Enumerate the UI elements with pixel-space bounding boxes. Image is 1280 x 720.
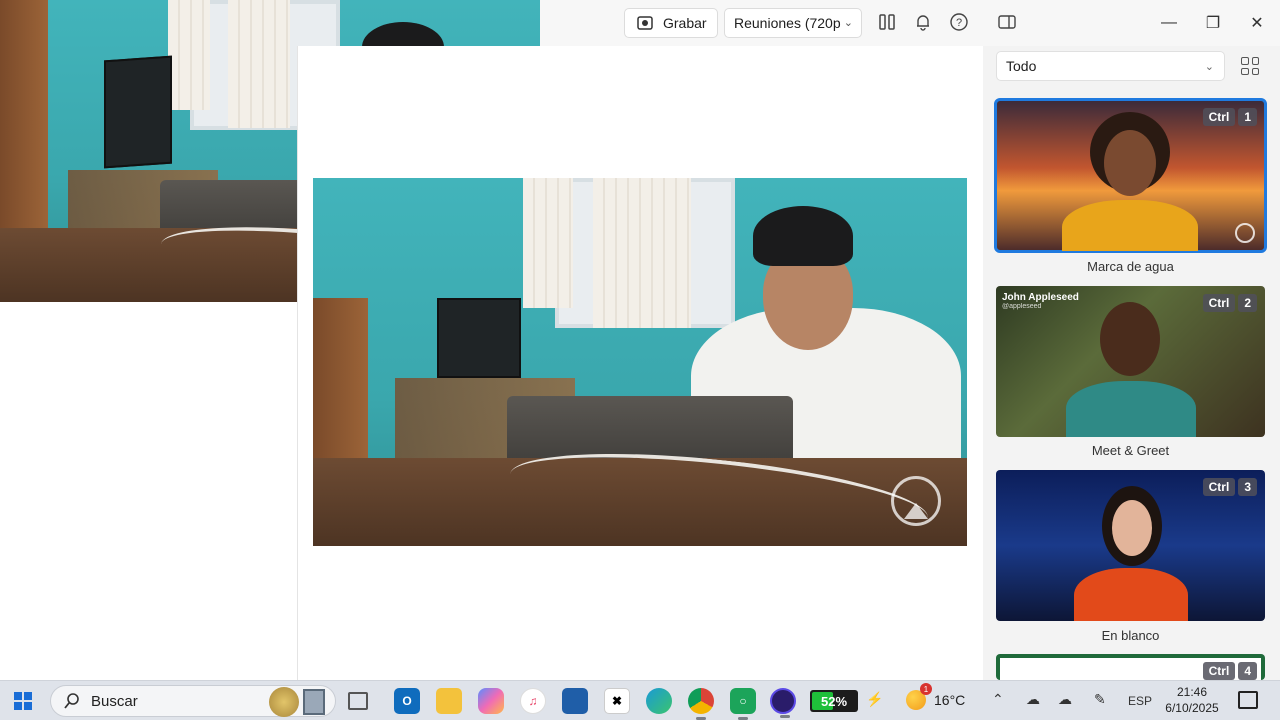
card-label: En blanco bbox=[1101, 628, 1160, 643]
split-view-icon[interactable] bbox=[876, 11, 898, 33]
meeting-quality-select[interactable]: Reuniones (720p ⌄ bbox=[724, 8, 862, 38]
shortcut-badge: Ctrl 4 bbox=[1202, 662, 1257, 680]
date: 6/10/2025 bbox=[1165, 701, 1219, 715]
pen-icon[interactable]: ✎ bbox=[1094, 691, 1106, 708]
store-icon[interactable] bbox=[562, 688, 588, 714]
shortcut-badge: Ctrl 3 bbox=[1202, 478, 1257, 496]
windows-start-icon[interactable] bbox=[14, 692, 32, 710]
grid-view-icon[interactable] bbox=[1238, 54, 1262, 78]
language-indicator[interactable]: ESP bbox=[1128, 694, 1152, 708]
copilot-icon[interactable] bbox=[478, 688, 504, 714]
record-button[interactable]: Grabar bbox=[624, 8, 718, 38]
weather-badge: 1 bbox=[920, 683, 932, 695]
weather-widget[interactable]: 1 16°C bbox=[906, 683, 966, 710]
help-icon[interactable]: ? bbox=[948, 11, 970, 33]
bell-icon[interactable] bbox=[912, 11, 934, 33]
maximize-icon[interactable]: ❐ bbox=[1198, 8, 1228, 38]
watermark-logo-icon bbox=[891, 476, 941, 526]
search-placeholder: Buscar bbox=[91, 692, 138, 710]
weather-icon: 1 bbox=[906, 683, 932, 710]
minimize-icon[interactable]: — bbox=[1154, 8, 1184, 38]
record-icon bbox=[637, 16, 653, 30]
file-explorer-icon[interactable] bbox=[436, 688, 462, 714]
effect-card-watermark[interactable]: Ctrl 1 bbox=[994, 98, 1267, 253]
meeting-select-value: Reuniones (720p bbox=[734, 15, 841, 31]
battery-percent: 52% bbox=[820, 693, 848, 709]
record-label: Grabar bbox=[663, 15, 707, 31]
taskbar: Buscar O ♫ ✖ ○ 52% ⚡ 1 16°C ⌃ ☁ ☁ ✎ ESP … bbox=[0, 680, 1280, 720]
filter-value: Todo bbox=[1006, 58, 1037, 74]
camo-icon[interactable] bbox=[770, 688, 796, 718]
shortcut-badge: Ctrl 2 bbox=[1202, 294, 1257, 312]
itunes-icon[interactable]: ♫ bbox=[520, 688, 546, 714]
camera-preview-main bbox=[313, 178, 967, 546]
search-icon bbox=[64, 693, 79, 709]
avatar bbox=[1074, 568, 1188, 621]
shortcut-badge: Ctrl 1 bbox=[1202, 108, 1257, 126]
panel-icon[interactable] bbox=[996, 11, 1018, 33]
task-view-icon[interactable] bbox=[348, 692, 368, 710]
name-overlay: John Appleseed @appleseed bbox=[1002, 292, 1079, 310]
svg-text:?: ? bbox=[956, 17, 962, 29]
chevron-down-icon: ⌄ bbox=[843, 17, 853, 29]
onedrive-icon[interactable]: ☁ bbox=[1058, 691, 1072, 708]
close-icon[interactable]: ✕ bbox=[1242, 8, 1272, 38]
app-green-icon[interactable]: ○ bbox=[730, 688, 756, 720]
avatar bbox=[1066, 381, 1196, 437]
effect-card-4[interactable]: Ctrl 4 bbox=[996, 654, 1265, 680]
battery-indicator[interactable]: 52% bbox=[810, 690, 858, 712]
avatar bbox=[1062, 200, 1198, 251]
search-highlight-icon bbox=[269, 687, 325, 717]
plug-icon: ⚡ bbox=[866, 691, 884, 707]
network-icon[interactable]: ☁ bbox=[1026, 691, 1040, 708]
chrome-icon[interactable] bbox=[688, 688, 714, 720]
edge-icon[interactable] bbox=[646, 688, 672, 714]
temperature: 16°C bbox=[934, 692, 966, 708]
outlook-icon[interactable]: O bbox=[394, 688, 420, 714]
search-box[interactable]: Buscar bbox=[50, 685, 336, 717]
filter-select[interactable]: Todo ⌄ bbox=[996, 51, 1225, 81]
effect-card-meet-greet[interactable]: John Appleseed @appleseed Ctrl 2 bbox=[996, 286, 1265, 437]
notification-icon[interactable] bbox=[1238, 691, 1258, 709]
capcut-icon[interactable]: ✖ bbox=[604, 688, 630, 714]
card-label: Meet & Greet bbox=[1091, 443, 1170, 458]
chevron-down-icon: ⌄ bbox=[1204, 61, 1214, 73]
effect-card-blank[interactable]: Ctrl 3 bbox=[996, 470, 1265, 621]
card-label: Marca de agua bbox=[1087, 259, 1174, 274]
watermark-logo-icon bbox=[1235, 223, 1255, 243]
chevron-up-icon[interactable]: ⌃ bbox=[992, 691, 1004, 708]
left-pane bbox=[0, 302, 297, 680]
clock[interactable]: 21:46 6/10/2025 bbox=[1160, 684, 1224, 716]
time: 21:46 bbox=[1176, 685, 1208, 699]
